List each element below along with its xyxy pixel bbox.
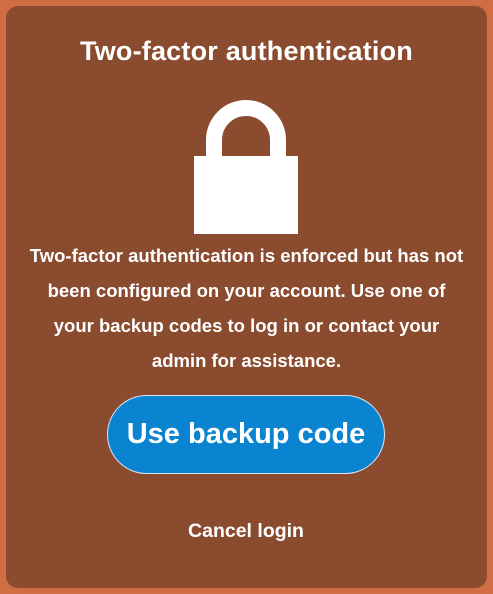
two-factor-dialog: Two-factor authentication Two-factor aut…: [6, 6, 487, 588]
lock-icon: [194, 100, 298, 234]
dialog-title: Two-factor authentication: [80, 36, 413, 66]
use-backup-code-button[interactable]: Use backup code: [107, 395, 385, 474]
dialog-message: Two-factor authentication is enforced bu…: [29, 245, 464, 371]
cancel-login-button[interactable]: Cancel login: [146, 515, 346, 547]
